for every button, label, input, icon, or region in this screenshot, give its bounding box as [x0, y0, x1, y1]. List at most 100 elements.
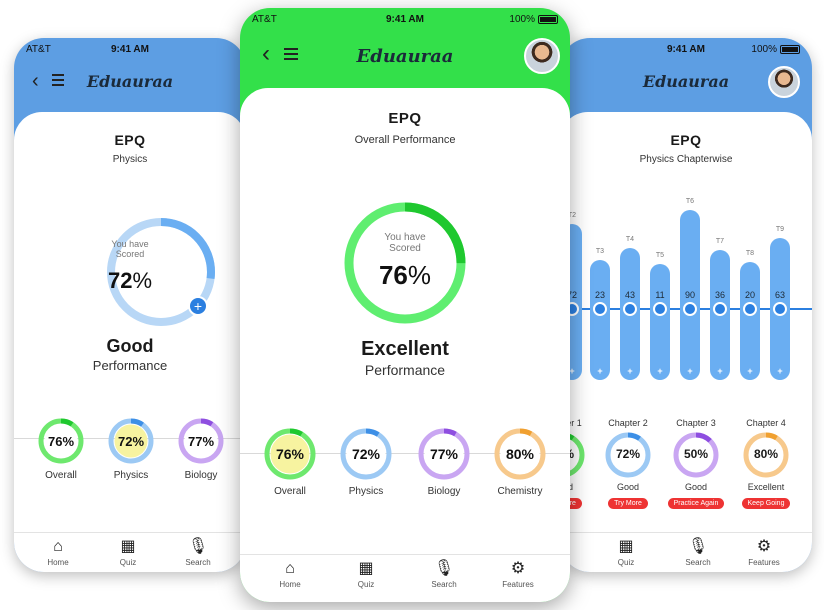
chapter-card[interactable]: Chapter 2 72% Good Try More: [598, 418, 658, 510]
tab-features[interactable]: ⚙ Features: [734, 538, 794, 567]
mic-icon: 🎙︎: [433, 560, 455, 577]
app-header: ‹ Eduauraa: [14, 64, 246, 104]
chapter-rating: Excellent: [747, 482, 785, 492]
score-circle-label: Chemistry: [497, 486, 543, 497]
plus-icon[interactable]: +: [620, 366, 640, 376]
score-circle-value: 76%: [47, 433, 75, 449]
features-icon: ⚙: [756, 538, 772, 555]
plus-icon[interactable]: +: [650, 366, 670, 376]
expand-icon[interactable]: +: [188, 296, 208, 316]
chart-bar-topic: T6: [685, 198, 695, 205]
score-circle-physics[interactable]: 72% Physics: [98, 418, 164, 481]
tab-quiz[interactable]: ▦ Quiz: [336, 560, 396, 589]
quiz-icon: ▦: [120, 538, 136, 555]
score-circle-biology[interactable]: 77% Biology: [408, 428, 480, 497]
tab-label: Search: [685, 558, 711, 567]
chart-bar[interactable]: [590, 260, 610, 380]
chart-bar-knob[interactable]: [713, 302, 727, 316]
score-circle-value: 72%: [117, 433, 145, 449]
tab-quiz[interactable]: ▦ Quiz: [98, 538, 158, 567]
status-bar: AT&T 9:41 AM 100%: [240, 12, 570, 28]
chart-bar-value: 63: [774, 290, 785, 300]
tab-quiz[interactable]: ▦ Quiz: [596, 538, 656, 567]
chart-bar-knob[interactable]: [773, 302, 787, 316]
quiz-icon: ▦: [358, 560, 374, 577]
chart-bar-value: 36: [714, 290, 725, 300]
performance-label: Performance: [92, 358, 168, 373]
avatar[interactable]: [768, 66, 800, 98]
chart-bar-knob[interactable]: [683, 302, 697, 316]
score-circle-physics[interactable]: 72% Physics: [330, 428, 402, 497]
chapter-name: Chapter 3: [676, 418, 716, 428]
chapter-card[interactable]: Chapter 3 50% Good Practice Again: [666, 418, 726, 510]
tab-home[interactable]: ⌂ Home: [28, 538, 88, 567]
score-circle-label: Physics: [348, 486, 384, 497]
chart-bar-value: 20: [744, 290, 755, 300]
battery-indicator: 100%: [509, 14, 558, 25]
scored-caption: You have Scored: [111, 239, 149, 259]
chart-bar-topic: T5: [655, 252, 665, 259]
score-circle-chemistry[interactable]: 80% Chemistry: [484, 428, 556, 497]
tab-search[interactable]: 🎙︎ Search: [168, 538, 228, 567]
plus-icon[interactable]: +: [710, 366, 730, 376]
chapter-rating: Good: [684, 482, 708, 492]
chart-bar[interactable]: [740, 262, 760, 380]
tab-label: Features: [502, 580, 534, 589]
phone-center: AT&T 9:41 AM 100% ‹ Eduauraa EPQ Overall…: [240, 8, 570, 602]
page-subtitle: Physics Chapterwise: [639, 154, 733, 165]
chapter-action-button[interactable]: Try More: [608, 498, 648, 509]
avatar[interactable]: [524, 38, 560, 74]
tab-label: Features: [748, 558, 780, 567]
chart-bar-topic: T4: [625, 236, 635, 243]
score-circle-value: 77%: [187, 433, 215, 449]
page-title: EPQ: [114, 132, 146, 148]
verdict-label: Excellent: [361, 338, 449, 360]
score-circle-label: Overall: [45, 470, 77, 481]
clock: 9:41 AM: [111, 44, 149, 55]
tab-label: Home: [279, 580, 301, 589]
score-circle-value: 76%: [275, 446, 305, 462]
tab-search[interactable]: 🎙︎ Search: [414, 560, 474, 589]
chapter-card[interactable]: Chapter 4 80% Excellent Keep Going: [736, 418, 796, 510]
chapter-score: 50%: [683, 447, 709, 461]
plus-icon[interactable]: +: [740, 366, 760, 376]
score-circle-value: 72%: [351, 446, 381, 462]
chart-bar-value: 11: [655, 290, 665, 300]
score-value: 72%: [107, 268, 153, 293]
score-circle-overall[interactable]: 76% Overall: [254, 428, 326, 497]
chart-bar[interactable]: [650, 264, 670, 380]
chart-bar-value: 90: [684, 290, 695, 300]
page-title: EPQ: [388, 110, 422, 127]
chapter-action-button[interactable]: Keep Going: [741, 498, 791, 509]
home-icon: ⌂: [285, 560, 295, 577]
chart-bar-topic: T7: [715, 238, 725, 245]
chart-bar-topic: T3: [595, 248, 605, 255]
battery-indicator: 100%: [751, 44, 800, 55]
tab-bar: ⌂ Home ▦ Quiz 🎙︎ Search ⚙ Features: [240, 554, 570, 602]
plus-icon[interactable]: +: [680, 366, 700, 376]
chapter-action-button[interactable]: Practice Again: [667, 498, 725, 509]
plus-icon[interactable]: +: [590, 366, 610, 376]
chart-bar-knob[interactable]: [653, 302, 667, 316]
performance-label: Performance: [364, 362, 446, 378]
tab-features[interactable]: ⚙ Features: [488, 560, 548, 589]
content-card: EPQ Overall Performance You have Scored 7…: [240, 88, 570, 554]
tab-label: Quiz: [617, 558, 635, 567]
mic-icon: 🎙︎: [687, 538, 709, 555]
chart-bar-topic: T9: [775, 226, 785, 233]
phone-left: AT&T 9:41 AM ‹ Eduauraa EPQ Physics You …: [14, 38, 246, 572]
chapter-score: 72%: [615, 447, 641, 461]
chart-bar-knob[interactable]: [623, 302, 637, 316]
brand-title: Eduauraa: [86, 72, 174, 91]
score-circle-biology[interactable]: 77% Biology: [168, 418, 234, 481]
score-circle-overall[interactable]: 76% Overall: [28, 418, 94, 481]
score-circle-value: 80%: [505, 446, 535, 462]
tab-home[interactable]: ⌂ Home: [260, 560, 320, 589]
quiz-icon: ▦: [618, 538, 634, 555]
tab-search[interactable]: 🎙︎ Search: [668, 538, 728, 567]
chart-bar-knob[interactable]: [743, 302, 757, 316]
chart-bar-knob[interactable]: [593, 302, 607, 316]
features-icon: ⚙: [510, 560, 526, 577]
chapter-name: Chapter 2: [608, 418, 648, 428]
plus-icon[interactable]: +: [770, 366, 790, 376]
